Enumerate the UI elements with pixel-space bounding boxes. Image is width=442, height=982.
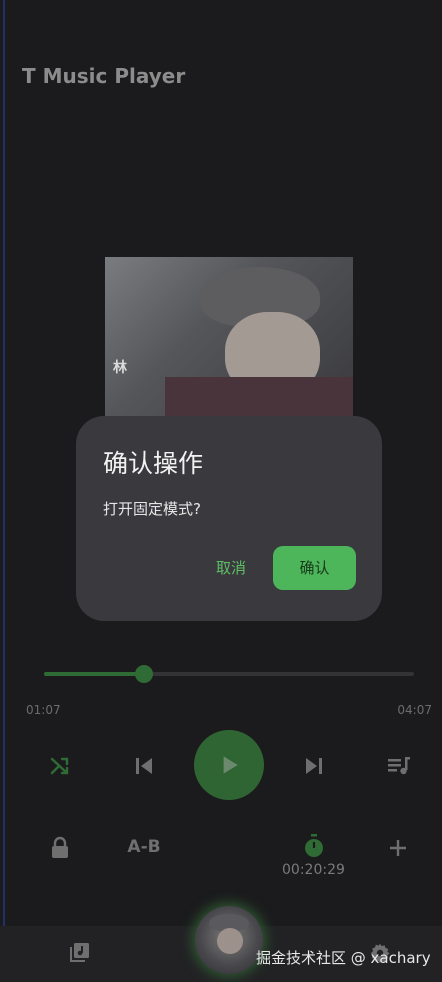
album-art: 林 <box>105 257 353 417</box>
playlist-button[interactable] <box>382 750 416 782</box>
dialog-title: 确认操作 <box>103 449 204 478</box>
confirm-dialog: 确认操作 打开固定模式? 取消 确认 <box>76 416 382 621</box>
play-button[interactable] <box>194 730 264 800</box>
add-button[interactable] <box>382 832 414 864</box>
music-library-icon <box>70 943 89 962</box>
skip-previous-icon <box>136 758 152 774</box>
previous-button[interactable] <box>128 750 160 782</box>
sleep-timer-value: 00:20:29 <box>282 862 345 878</box>
watermark: 掘金技术社区 @ xachary <box>256 949 431 967</box>
lock-icon <box>52 836 68 858</box>
skip-next-icon <box>306 758 322 774</box>
timer-icon <box>305 834 323 857</box>
confirm-button[interactable]: 确认 <box>273 546 356 590</box>
lock-button[interactable] <box>44 832 76 864</box>
shuffle-button[interactable] <box>44 750 76 782</box>
total-time: 04:07 <box>397 703 432 717</box>
window-edge <box>3 0 5 982</box>
cancel-button[interactable]: 取消 <box>202 546 260 590</box>
play-icon <box>223 756 238 774</box>
playlist-icon <box>388 757 410 775</box>
progress-slider[interactable] <box>44 665 414 683</box>
next-button[interactable] <box>298 750 330 782</box>
shuffle-icon <box>50 757 69 775</box>
sleep-timer-button[interactable] <box>298 830 330 862</box>
ab-repeat-button[interactable]: A-B <box>122 832 166 862</box>
app-title: T Music Player <box>22 64 186 88</box>
music-library-button[interactable] <box>62 936 96 970</box>
now-playing-avatar[interactable] <box>195 906 263 974</box>
progress-fill <box>44 672 144 676</box>
plus-icon <box>390 840 406 856</box>
ab-repeat-label: A-B <box>127 837 161 857</box>
dialog-message: 打开固定模式? <box>103 500 201 518</box>
current-time: 01:07 <box>26 703 61 717</box>
album-caption: 林 <box>113 360 127 376</box>
progress-thumb[interactable] <box>134 665 153 683</box>
